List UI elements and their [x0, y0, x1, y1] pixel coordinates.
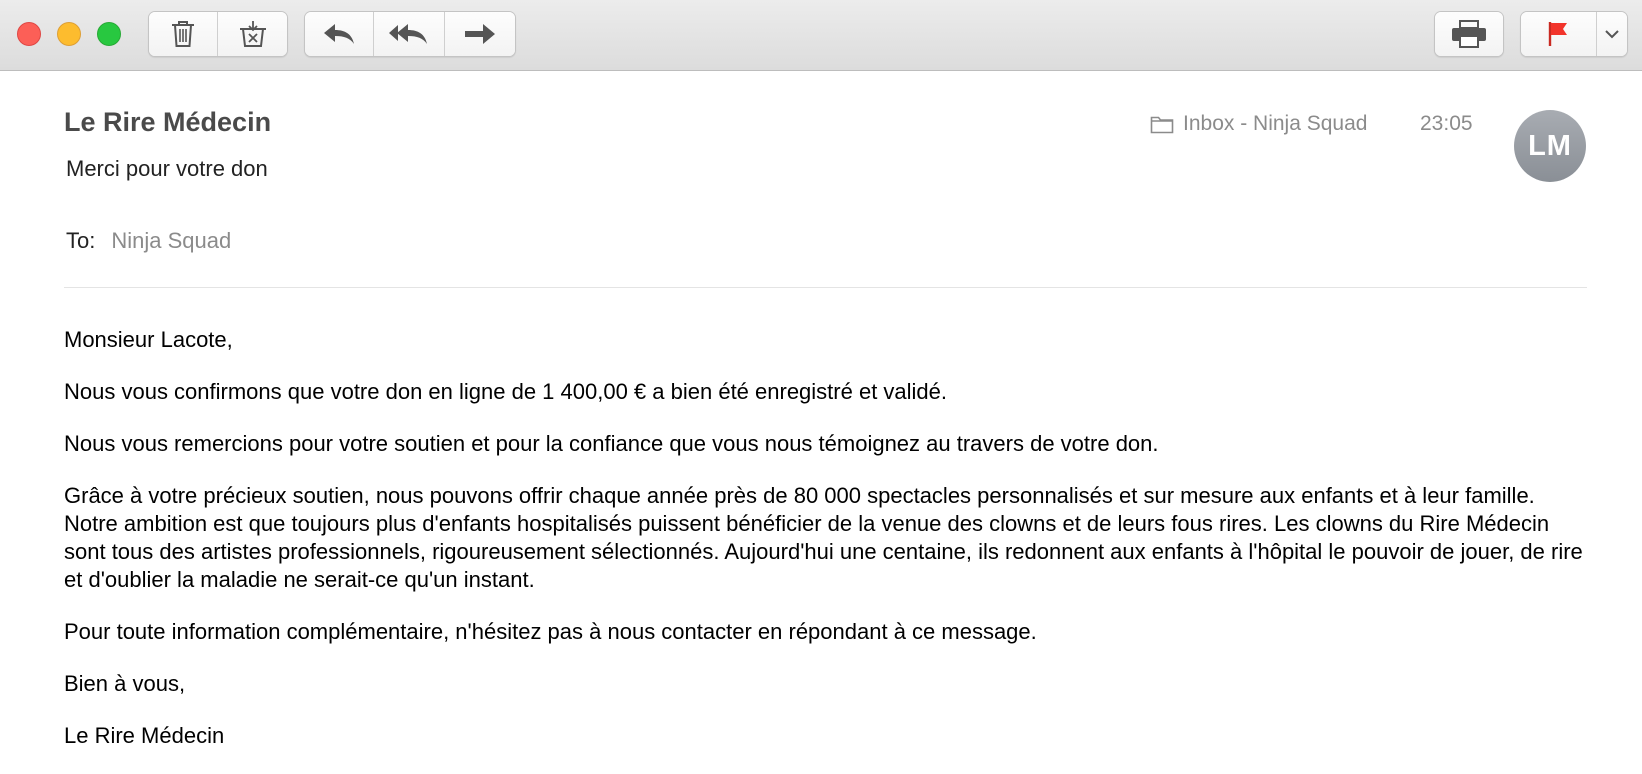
body-paragraph: Grâce à votre précieux soutien, nous pou…	[64, 483, 1583, 592]
forward-button[interactable]	[444, 12, 515, 56]
reply-all-icon	[389, 24, 427, 44]
signature: Le Rire Médecin	[64, 723, 225, 748]
mailbox-name: Inbox - Ninja Squad	[1183, 112, 1368, 135]
body-paragraph: Monsieur Lacote,	[64, 327, 233, 352]
chevron-down-icon	[1605, 30, 1619, 39]
printer-icon	[1452, 20, 1486, 48]
toolbar	[0, 0, 1642, 71]
junk-button[interactable]	[218, 12, 287, 56]
message-subject: Merci pour votre don	[66, 156, 268, 181]
message-body: Monsieur Lacote, Nous vous confirmons qu…	[64, 326, 1594, 774]
print-button-group	[1434, 11, 1504, 57]
reply-button-group	[304, 11, 516, 57]
body-paragraph: Pour toute information complémentaire, n…	[64, 619, 1037, 644]
reply-icon	[324, 24, 355, 44]
to-recipient[interactable]: Ninja Squad	[111, 228, 231, 254]
body-paragraph: Nous vous remercions pour votre soutien …	[64, 431, 1159, 456]
header-divider	[64, 287, 1587, 288]
trash-icon	[172, 21, 194, 47]
to-label: To:	[66, 228, 96, 253]
print-button[interactable]	[1435, 12, 1503, 56]
minimize-window-button[interactable]	[57, 22, 81, 46]
reply-all-button[interactable]	[374, 12, 445, 56]
flag-menu-button[interactable]	[1596, 12, 1627, 56]
flag-button[interactable]	[1521, 12, 1597, 56]
forward-icon	[464, 24, 495, 44]
flag-button-group	[1520, 11, 1628, 57]
delete-button[interactable]	[149, 12, 218, 56]
body-paragraph: Nous vous confirmons que votre don en li…	[64, 379, 948, 404]
mailbox-indicator[interactable]: Inbox - Ninja Squad	[1150, 112, 1367, 136]
body-paragraph: Bien à vous,	[64, 671, 186, 696]
junk-icon	[239, 21, 266, 47]
zoom-window-button[interactable]	[97, 22, 121, 46]
delete-button-group	[148, 11, 288, 57]
sender-name: Le Rire Médecin	[64, 107, 272, 137]
flag-icon	[1549, 22, 1568, 46]
reply-button[interactable]	[305, 12, 375, 56]
message-time: 23:05	[1420, 112, 1473, 135]
close-window-button[interactable]	[17, 22, 41, 46]
avatar: LM	[1514, 110, 1586, 182]
folder-icon	[1150, 116, 1174, 134]
recipients-row: To: Ninja Squad	[66, 228, 231, 254]
